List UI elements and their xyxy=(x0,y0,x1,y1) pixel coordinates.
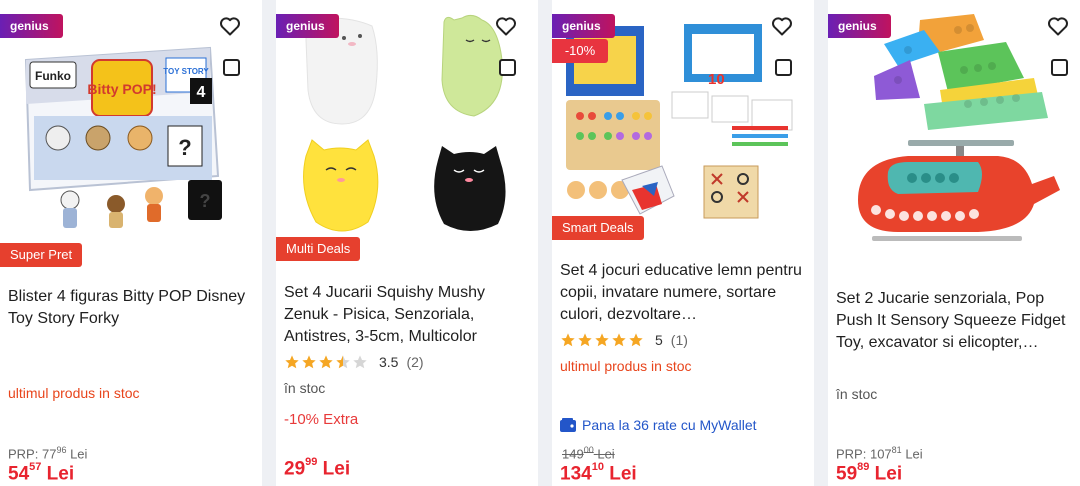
product-title[interactable]: Set 2 Jucarie senzoriala, Pop Push It Se… xyxy=(836,288,1080,354)
product-card[interactable]: Funko Bitty POP! TOY STORY 4 ? ? genius xyxy=(0,0,262,486)
current-price: 2999 Lei xyxy=(284,456,351,480)
compare-checkbox[interactable] xyxy=(499,59,516,76)
star-full-icon xyxy=(319,355,333,369)
box-label: Bitty POP! xyxy=(87,81,156,97)
product-title[interactable]: Set 4 Jucarii Squishy Mushy Zenuk - Pisi… xyxy=(284,282,530,348)
product-title[interactable]: Set 4 jocuri educative lemn pentru copii… xyxy=(560,260,806,326)
extra-discount: -10% Extra xyxy=(284,411,359,428)
discount-badge: -10% xyxy=(552,39,608,63)
product-rating[interactable]: 5 (1) xyxy=(560,331,688,349)
brand-logo: Funko xyxy=(35,69,71,83)
stock-status: ultimul produs in stoc xyxy=(560,358,692,374)
product-title[interactable]: Blister 4 figuras Bitty POP Disney Toy S… xyxy=(8,286,254,330)
compare-checkbox[interactable] xyxy=(223,59,240,76)
favorite-heart-icon[interactable] xyxy=(1046,14,1070,38)
star-full-icon xyxy=(595,333,609,347)
current-price: 5457 Lei xyxy=(8,461,75,485)
genius-badge: genius xyxy=(828,14,891,38)
stock-status: ultimul produs in stoc xyxy=(8,385,140,401)
stock-status: în stoc xyxy=(284,380,326,396)
star-full-icon xyxy=(612,333,626,347)
svg-text:?: ? xyxy=(200,191,211,211)
star-full-icon xyxy=(285,355,299,369)
mywallet-installments[interactable]: Pana la 36 rate cu MyWallet xyxy=(560,417,757,433)
product-image[interactable]: genius Multi Deals xyxy=(276,0,538,270)
genius-badge: genius xyxy=(276,14,339,38)
star-full-icon xyxy=(578,333,592,347)
rating-value: 5 xyxy=(655,332,663,348)
product-rating[interactable]: 3.5 (2) xyxy=(284,353,424,371)
current-price: 5989 Lei xyxy=(836,461,903,485)
box-text: TOY STORY xyxy=(163,67,209,76)
star-full-icon xyxy=(302,355,316,369)
product-image[interactable]: 10 genius -10% Smart Deals xyxy=(552,0,814,270)
current-price: 13410 Lei xyxy=(560,461,637,485)
product-card[interactable]: genius Set 2 Jucarie senzoriala, Pop Pus… xyxy=(828,0,1080,486)
rating-stars xyxy=(284,354,369,370)
genius-badge: genius xyxy=(552,14,615,38)
product-card[interactable]: 10 genius -10% Smart Deals Set 4 jocuri … xyxy=(552,0,814,486)
star-half-icon xyxy=(336,355,350,369)
stock-status: în stoc xyxy=(836,386,878,402)
deal-badge: Multi Deals xyxy=(276,237,361,261)
wallet-icon xyxy=(560,418,576,432)
box-number: 10 xyxy=(708,71,725,88)
old-price: 14900 Lei xyxy=(562,445,615,462)
svg-text:?: ? xyxy=(178,135,191,160)
deal-badge: Super Pret xyxy=(0,243,83,267)
product-image[interactable]: Funko Bitty POP! TOY STORY 4 ? ? genius xyxy=(0,0,262,270)
genius-badge: genius xyxy=(0,14,63,38)
star-empty-icon xyxy=(353,355,367,369)
rating-count: (2) xyxy=(406,354,424,370)
compare-checkbox[interactable] xyxy=(775,59,792,76)
favorite-heart-icon[interactable] xyxy=(770,14,794,38)
favorite-heart-icon[interactable] xyxy=(218,14,242,38)
star-full-icon xyxy=(629,333,643,347)
rating-count: (1) xyxy=(670,332,688,348)
compare-checkbox[interactable] xyxy=(1051,59,1068,76)
prp-price: PRP: 10781 Lei xyxy=(836,445,923,462)
prp-price: PRP: 7796 Lei xyxy=(8,445,88,462)
box-badge: 4 xyxy=(197,84,206,101)
product-image[interactable]: genius xyxy=(828,0,1080,270)
product-card[interactable]: genius Multi Deals Set 4 Jucarii Squishy… xyxy=(276,0,538,486)
deal-badge: Smart Deals xyxy=(552,216,644,240)
star-full-icon xyxy=(561,333,575,347)
favorite-heart-icon[interactable] xyxy=(494,14,518,38)
rating-stars xyxy=(560,332,645,348)
rating-value: 3.5 xyxy=(379,354,399,370)
